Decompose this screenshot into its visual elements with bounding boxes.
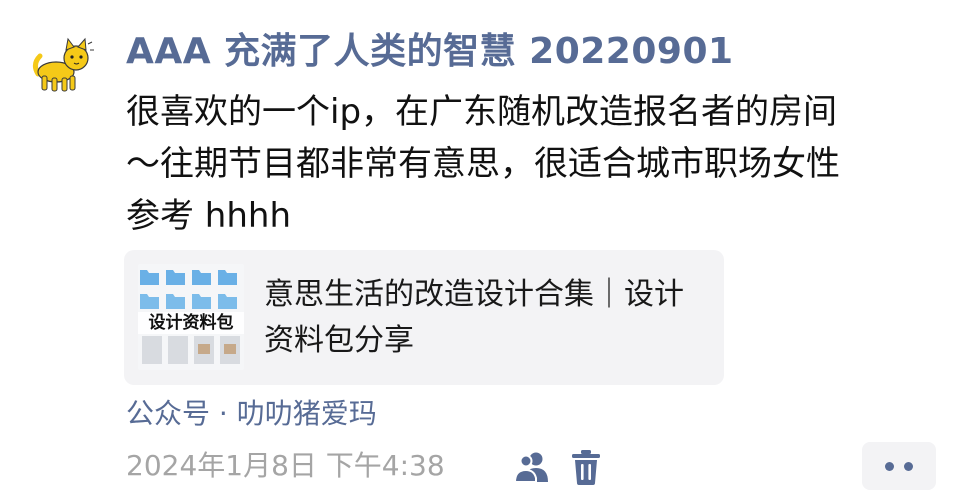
more-dots-icon (904, 462, 913, 471)
people-icon-graphic (513, 452, 548, 483)
post-text: 很喜欢的一个ip，在广东随机改造报名者的房间 ～往期节目都非常有意思，很适合城市… (126, 86, 938, 242)
post-text-line: 很喜欢的一个ip，在广东随机改造报名者的房间 (126, 92, 838, 132)
source-account[interactable]: 公众号 · 叻叻猪爱玛 (126, 394, 377, 434)
link-title: 意思生活的改造设计合集｜设计资料包分享 (264, 277, 684, 358)
more-dots-icon (885, 462, 894, 471)
link-thumbnail: 设计资料包 (138, 264, 244, 370)
yellow-cat-icon (32, 37, 94, 92)
post-timestamp: 2024年1月8日 下午4:38 (126, 449, 445, 482)
trash-icon[interactable] (570, 448, 602, 486)
trash-icon-graphic (572, 450, 600, 485)
author-name[interactable]: AAA 充满了人类的智慧 20220901 (126, 26, 734, 78)
thumbnail-label: 设计资料包 (148, 313, 234, 333)
shared-link-card[interactable]: 设计资料包 意思生活的改造设计合集｜设计资料包分享 (124, 250, 724, 385)
more-button[interactable] (862, 442, 936, 490)
avatar[interactable] (30, 36, 96, 94)
post-text-line: 参考 hhhh (126, 196, 292, 236)
people-icon[interactable] (512, 450, 552, 484)
post-text-line: ～往期节目都非常有意思，很适合城市职场女性 (126, 144, 840, 184)
